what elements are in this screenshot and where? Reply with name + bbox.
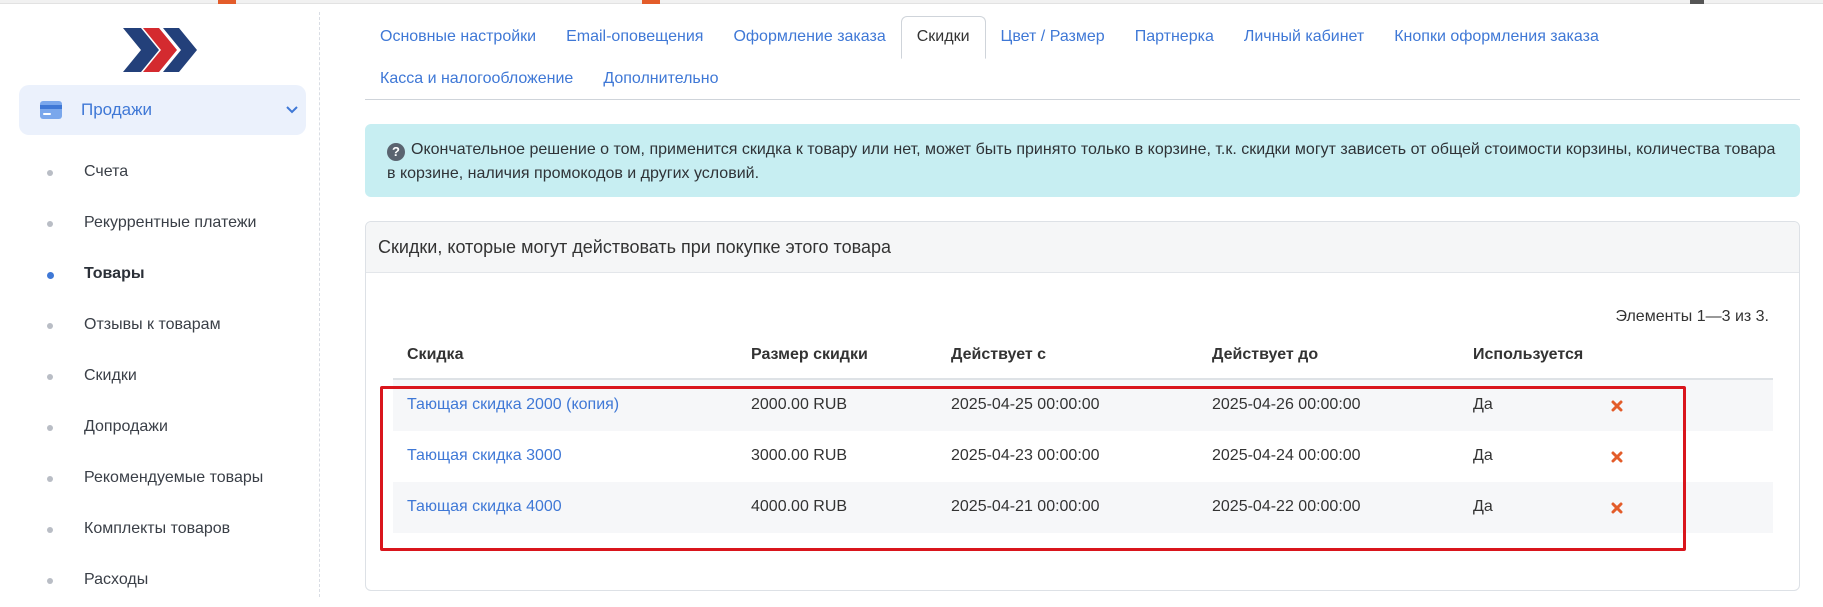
bullet-icon xyxy=(47,578,53,584)
tab-discounts[interactable]: Скидки xyxy=(900,16,986,59)
question-icon: ? xyxy=(387,143,405,161)
sidebar-section-sales[interactable]: Продажи xyxy=(19,85,306,135)
discount-valid-from: 2025-04-23 00:00:00 xyxy=(951,447,1100,464)
tab-checkout-buttons[interactable]: Кнопки оформления заказа xyxy=(1379,16,1614,58)
bullet-icon xyxy=(47,527,53,533)
sidebar-item-expenses[interactable]: Расходы xyxy=(6,556,320,607)
pagination-summary: Элементы 1—3 из 3. xyxy=(1615,308,1769,325)
sidebar-item-label: Рекомендуемые товары xyxy=(84,469,264,486)
sidebar-item-label: Комплекты товаров xyxy=(84,520,231,537)
bullet-icon xyxy=(47,323,53,329)
chevron-down-icon xyxy=(286,106,298,114)
sidebar-item-product-bundles[interactable]: Комплекты товаров xyxy=(6,505,320,556)
bullet-icon xyxy=(47,221,53,227)
discount-used: Да xyxy=(1473,498,1493,515)
discount-amount: 2000.00 RUB xyxy=(751,396,848,413)
sidebar-item-label: Товары xyxy=(84,265,145,282)
discount-used: Да xyxy=(1473,447,1493,464)
discount-amount: 4000.00 RUB xyxy=(751,498,848,515)
bullet-icon xyxy=(47,272,54,279)
tab-cashbox-taxation[interactable]: Касса и налогообложение xyxy=(365,58,588,100)
tab-row: Основные настройки Email-оповещения Офор… xyxy=(365,16,1614,59)
delete-icon[interactable] xyxy=(1611,400,1623,412)
bookmark-icon xyxy=(218,0,236,4)
discount-name-link[interactable]: Тающая скидка 2000 (копия) xyxy=(407,396,619,414)
bullet-icon xyxy=(47,425,53,431)
sidebar-item-label: Отзывы к товарам xyxy=(84,316,221,333)
delete-icon[interactable] xyxy=(1611,502,1623,514)
column-header-valid-from[interactable]: Действует с xyxy=(951,346,1046,364)
discount-valid-from: 2025-04-21 00:00:00 xyxy=(951,498,1100,515)
tab-color-size[interactable]: Цвет / Размер xyxy=(986,16,1120,58)
bookmark-icon xyxy=(642,0,660,4)
tab-row: Касса и налогообложение Дополнительно xyxy=(365,58,733,100)
sidebar-item-label: Скидки xyxy=(84,367,137,384)
sidebar-item-label: Расходы xyxy=(84,571,149,588)
tab-checkout[interactable]: Оформление заказа xyxy=(718,16,900,58)
table-header: Скидка Размер скидки Действует с Действу… xyxy=(393,330,1773,380)
column-header-discount[interactable]: Скидка xyxy=(407,346,463,364)
sidebar-nav: Счета Рекуррентные платежи Товары Отзывы… xyxy=(6,148,320,607)
column-header-used[interactable]: Используется xyxy=(1473,346,1583,364)
bullet-icon xyxy=(47,374,53,380)
card-title: Скидки, которые могут действовать при по… xyxy=(366,222,1799,273)
delete-icon[interactable] xyxy=(1611,451,1623,463)
bullet-icon xyxy=(47,476,53,482)
tab-additional[interactable]: Дополнительно xyxy=(588,58,733,100)
sidebar-item-recommended-products[interactable]: Рекомендуемые товары xyxy=(6,454,320,505)
discounts-card: Скидки, которые могут действовать при по… xyxy=(365,221,1800,591)
tab-personal-account[interactable]: Личный кабинет xyxy=(1229,16,1379,58)
browser-bookmarks-strip xyxy=(0,0,1823,4)
discount-valid-to: 2025-04-24 00:00:00 xyxy=(1212,447,1361,464)
sidebar-item-recurring-payments[interactable]: Рекуррентные платежи xyxy=(6,199,320,250)
discount-valid-to: 2025-04-22 00:00:00 xyxy=(1212,498,1361,515)
table-row: Тающая скидка 3000 3000.00 RUB 2025-04-2… xyxy=(393,431,1773,482)
sidebar-item-label: Рекуррентные платежи xyxy=(84,214,257,231)
column-header-valid-to[interactable]: Действует до xyxy=(1212,346,1318,364)
bookmark-icon xyxy=(1690,0,1704,4)
discount-valid-to: 2025-04-26 00:00:00 xyxy=(1212,396,1361,413)
tab-email-notifications[interactable]: Email-оповещения xyxy=(551,16,718,58)
sidebar-item-label: Счета xyxy=(84,163,129,180)
credit-card-icon xyxy=(40,101,62,119)
tab-affiliate[interactable]: Партнерка xyxy=(1120,16,1229,58)
discount-name-link[interactable]: Тающая скидка 3000 xyxy=(407,447,562,465)
discount-valid-from: 2025-04-25 00:00:00 xyxy=(951,396,1100,413)
tab-general-settings[interactable]: Основные настройки xyxy=(365,16,551,58)
table-row: Тающая скидка 4000 4000.00 RUB 2025-04-2… xyxy=(393,482,1773,533)
sidebar-section-label: Продажи xyxy=(81,100,152,119)
discount-used: Да xyxy=(1473,396,1493,413)
settings-tabs: Основные настройки Email-оповещения Офор… xyxy=(365,16,1800,100)
sidebar: Продажи Счета Рекуррентные платежи Товар… xyxy=(6,12,320,597)
discount-name-link[interactable]: Тающая скидка 4000 xyxy=(407,498,562,516)
sidebar-item-product-reviews[interactable]: Отзывы к товарам xyxy=(6,301,320,352)
info-alert: ? Окончательное решение о том, применится… xyxy=(365,124,1800,197)
discounts-table: Скидка Размер скидки Действует с Действу… xyxy=(393,330,1773,533)
column-header-amount[interactable]: Размер скидки xyxy=(751,346,868,364)
bullet-icon xyxy=(47,170,53,176)
discount-amount: 3000.00 RUB xyxy=(751,447,848,464)
sidebar-item-upsells[interactable]: Допродажи xyxy=(6,403,320,454)
brand-logo-icon[interactable] xyxy=(123,28,201,72)
info-alert-text: Окончательное решение о том, применится … xyxy=(387,141,1776,182)
sidebar-item-invoices[interactable]: Счета xyxy=(6,148,320,199)
sidebar-item-discounts[interactable]: Скидки xyxy=(6,352,320,403)
table-row: Тающая скидка 2000 (копия) 2000.00 RUB 2… xyxy=(393,380,1773,431)
sidebar-item-products[interactable]: Товары xyxy=(6,250,320,301)
sidebar-item-label: Допродажи xyxy=(84,418,168,435)
